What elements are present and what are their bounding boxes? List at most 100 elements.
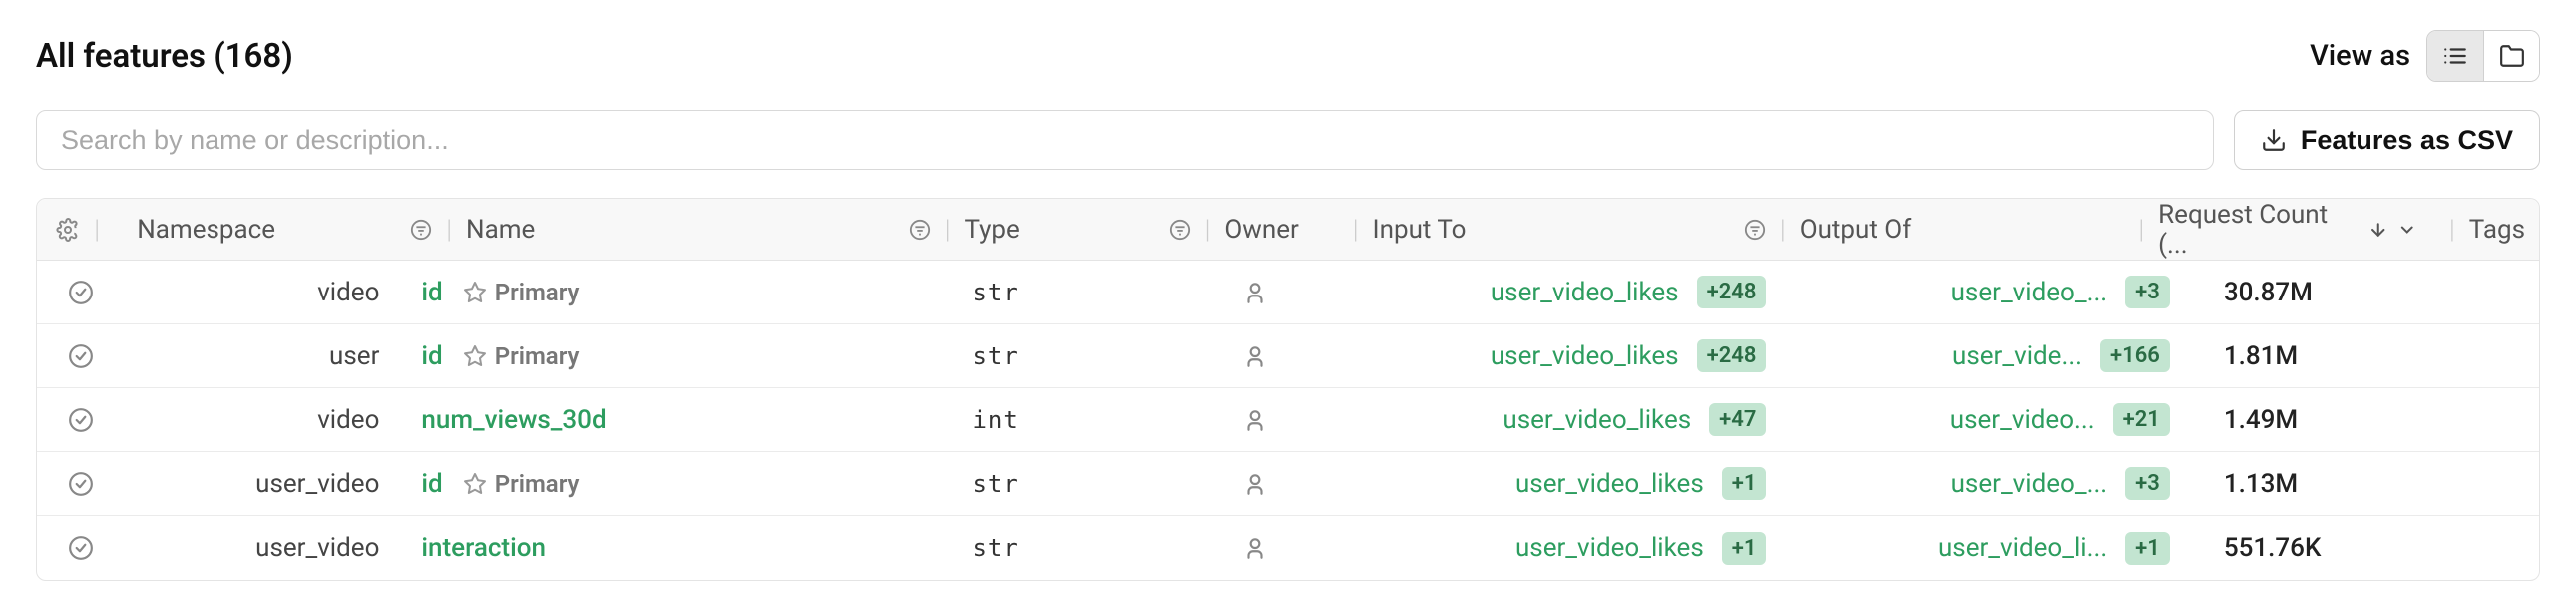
table-row[interactable]: user_videointeractionstruser_video_likes… xyxy=(37,516,2539,580)
col-input-to[interactable]: | Input To xyxy=(1335,215,1730,245)
output-of-cell: user_video_... +3 xyxy=(1786,276,2189,308)
col-namespace-label: Namespace xyxy=(137,215,275,245)
output-of-badge[interactable]: +3 xyxy=(2125,276,2170,308)
download-icon xyxy=(2261,127,2287,153)
output-of-link[interactable]: user_video_... xyxy=(1951,469,2108,499)
col-namespace[interactable]: Namespace xyxy=(123,215,396,245)
folder-view-button[interactable] xyxy=(2483,31,2539,81)
table-row[interactable]: user_video id Primary str user_video_likes +1… xyxy=(37,452,2539,516)
col-type-label: Type xyxy=(965,215,1020,245)
output-of-badge[interactable]: +166 xyxy=(2100,339,2170,372)
check-circle-icon xyxy=(68,407,94,433)
list-icon xyxy=(2442,43,2468,69)
input-to-link[interactable]: user_video_likes xyxy=(1515,469,1704,499)
input-to-link[interactable]: user_video_likes xyxy=(1515,533,1704,563)
input-to-badge[interactable]: +248 xyxy=(1697,276,1767,308)
namespace-cell: video xyxy=(125,405,407,435)
col-request-count[interactable]: | Request Count (... xyxy=(2120,200,2431,260)
user-icon xyxy=(1242,407,1268,433)
primary-tag: Primary xyxy=(463,342,580,370)
user-icon xyxy=(1242,343,1268,369)
star-icon xyxy=(463,472,487,496)
output-of-badge[interactable]: +1 xyxy=(2125,532,2170,565)
col-owner[interactable]: | Owner xyxy=(1155,215,1335,245)
owner-cell xyxy=(1192,535,1379,561)
gear-icon[interactable] xyxy=(56,218,80,242)
owner-cell xyxy=(1192,407,1379,433)
feature-name-link[interactable]: id xyxy=(421,469,442,499)
primary-label: Primary xyxy=(495,279,580,306)
export-csv-button[interactable]: Features as CSV xyxy=(2234,110,2540,170)
user-icon xyxy=(1242,535,1268,561)
input-to-link[interactable]: user_video_likes xyxy=(1503,405,1691,435)
output-of-link[interactable]: user_vide... xyxy=(1952,341,2082,371)
feature-name-link[interactable]: num_views_30d xyxy=(421,405,606,435)
user-icon xyxy=(1242,471,1268,497)
filter-icon[interactable] xyxy=(1744,219,1766,241)
input-to-link[interactable]: user_video_likes xyxy=(1491,278,1679,307)
search-input[interactable] xyxy=(36,110,2214,170)
col-type[interactable]: | Type xyxy=(895,215,1155,245)
filter-icon[interactable] xyxy=(410,219,432,241)
request-count-cell: 30.87M xyxy=(2190,278,2511,307)
col-input-to-label: Input To xyxy=(1373,215,1467,245)
type-cell: int xyxy=(922,406,1191,434)
status-cell xyxy=(37,535,125,561)
input-to-link[interactable]: user_video_likes xyxy=(1491,341,1679,371)
input-to-badge[interactable]: +1 xyxy=(1722,532,1767,565)
feature-name-link[interactable]: id xyxy=(421,278,442,307)
namespace-cell: video xyxy=(125,278,407,307)
output-of-cell: user_video... +21 xyxy=(1786,403,2189,436)
output-of-link[interactable]: user_video_... xyxy=(1951,278,2108,307)
input-to-badge[interactable]: +47 xyxy=(1709,403,1766,436)
type-cell: str xyxy=(922,470,1191,498)
col-tags[interactable]: | Tags xyxy=(2431,215,2539,245)
user-icon xyxy=(1242,280,1268,305)
col-name[interactable]: | Name xyxy=(396,215,894,245)
owner-cell xyxy=(1192,280,1379,305)
namespace-cell: user xyxy=(125,341,407,371)
table-row[interactable]: useridPrimarystruser_video_likes+248user… xyxy=(37,324,2539,388)
chevron-down-icon[interactable] xyxy=(2397,220,2417,240)
output-of-badge[interactable]: +3 xyxy=(2125,467,2170,500)
request-count-cell: 1.13M xyxy=(2190,469,2511,499)
input-to-cell: user_video_likes +47 xyxy=(1378,403,1786,436)
star-icon xyxy=(463,281,487,304)
features-table: | Namespace | Name | Type | Owner | xyxy=(36,198,2540,581)
owner-cell xyxy=(1192,343,1379,369)
output-of-badge[interactable]: +21 xyxy=(2113,403,2170,436)
namespace-cell: user_video xyxy=(125,533,407,563)
folder-icon xyxy=(2499,43,2525,69)
name-cell: id Primary xyxy=(407,278,922,307)
status-cell xyxy=(37,471,125,497)
table-row[interactable]: videoidPrimarystruser_video_likes+248use… xyxy=(37,261,2539,324)
page-title: All features (168) xyxy=(36,37,293,76)
view-as-group: View as xyxy=(2310,30,2540,82)
list-view-button[interactable] xyxy=(2427,31,2483,81)
check-circle-icon xyxy=(68,343,94,369)
request-count-cell: 1.49M xyxy=(2190,405,2511,435)
input-to-badge[interactable]: +248 xyxy=(1697,339,1767,372)
input-to-badge[interactable]: +1 xyxy=(1722,467,1767,500)
table-row[interactable]: video num_views_30d int user_video_likes +47… xyxy=(37,388,2539,452)
filter-icon[interactable] xyxy=(1169,219,1191,241)
feature-name-link[interactable]: interaction xyxy=(421,533,546,563)
primary-tag: Primary xyxy=(463,470,580,498)
output-of-link[interactable]: user_video... xyxy=(1950,405,2095,435)
star-icon xyxy=(463,344,487,368)
check-circle-icon xyxy=(68,535,94,561)
namespace-cell: user_video xyxy=(125,469,407,499)
feature-name-link[interactable]: id xyxy=(421,341,442,371)
output-of-link[interactable]: user_video_li... xyxy=(1938,533,2107,563)
name-cell: id Primary xyxy=(407,341,922,371)
filter-icon[interactable] xyxy=(909,219,931,241)
name-cell: num_views_30d xyxy=(407,405,922,435)
output-of-cell: user_video_li... +1 xyxy=(1786,532,2189,565)
col-output-of[interactable]: | Output Of xyxy=(1730,215,2120,245)
view-toggle xyxy=(2426,30,2540,82)
status-cell xyxy=(37,280,125,305)
name-cell: id Primary xyxy=(407,469,922,499)
arrow-down-icon xyxy=(2368,220,2388,240)
check-circle-icon xyxy=(68,280,94,305)
input-to-cell: user_video_likes +248 xyxy=(1378,276,1786,308)
